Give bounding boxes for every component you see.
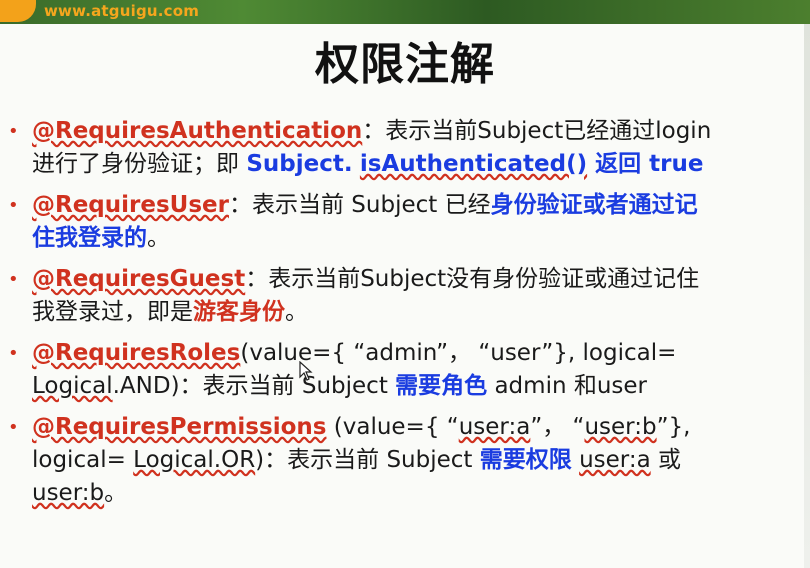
highlight: 需要角色 xyxy=(395,373,488,399)
highlight: 身份验证或者通过记 xyxy=(490,192,698,218)
annotation-name: @RequiresRoles xyxy=(32,340,241,366)
description: 。 xyxy=(285,299,308,325)
list-item: • @RequiresAuthentication：表示当前Subject已经通… xyxy=(0,115,804,181)
description xyxy=(572,447,579,473)
annotation-name: @RequiresPermissions xyxy=(32,414,327,440)
description: 我登录过，即是 xyxy=(32,299,193,325)
description: 。 xyxy=(147,225,170,251)
bullet-icon: • xyxy=(8,417,19,438)
list-item: • @RequiresPermissions (value={ “user:a”… xyxy=(0,411,804,510)
permission-value: user:b xyxy=(584,414,657,440)
description: ”}, xyxy=(656,414,691,440)
bullet-icon: • xyxy=(8,121,19,142)
bullet-list: • @RequiresAuthentication：表示当前Subject已经通… xyxy=(0,115,804,518)
permission-value: user:a xyxy=(458,414,531,440)
right-edge-bar xyxy=(804,24,810,568)
annotation-name: @RequiresAuthentication xyxy=(32,118,363,144)
description: logical= xyxy=(32,447,134,473)
bullet-icon: • xyxy=(8,269,19,290)
description: 。 xyxy=(104,480,128,506)
description: admin 和user xyxy=(487,373,648,399)
bullet-icon: • xyxy=(8,343,19,364)
mouse-pointer-icon xyxy=(299,361,313,381)
description: ：表示当前 Subject 已经 xyxy=(228,192,491,218)
highlight: isAuthenticated() xyxy=(359,151,588,177)
logo xyxy=(0,0,36,22)
description: )：表示当前 Subject xyxy=(255,447,480,473)
highlight: Subject. xyxy=(246,151,353,177)
highlight: 住我登录的 xyxy=(32,225,147,251)
list-item: • @RequiresGuest：表示当前Subject没有身份验证或通过记住 … xyxy=(0,263,804,329)
description: (value={ “ xyxy=(326,414,459,440)
description: 进行了身份验证；即 xyxy=(32,151,247,177)
bullet-icon: • xyxy=(8,195,19,216)
permission-value: user:a xyxy=(579,447,651,473)
description: .AND)：表示当前 Subject xyxy=(112,373,396,399)
logical-value: Logical.OR xyxy=(133,447,256,473)
permission-value: user:b xyxy=(32,480,105,506)
annotation-name: @RequiresGuest xyxy=(32,266,246,292)
list-item: • @RequiresRoles(value={ “admin”， “user”… xyxy=(0,337,804,403)
highlight: 返回 true xyxy=(587,151,704,177)
list-item: • @RequiresUser：表示当前 Subject 已经身份验证或者通过记… xyxy=(0,189,804,255)
highlight: 需要权限 xyxy=(479,447,572,473)
description: ”， “ xyxy=(530,414,585,440)
logical-value: Logical xyxy=(32,373,113,399)
header-bar: www.atguigu.com xyxy=(0,0,810,24)
description: ：表示当前Subject没有身份验证或通过记住 xyxy=(245,266,700,292)
description: ：表示当前Subject已经通过login xyxy=(362,118,712,144)
annotation-name: @RequiresUser xyxy=(32,192,229,218)
highlight: 游客身份 xyxy=(193,299,285,325)
slide-title: 权限注解 xyxy=(315,39,495,90)
site-url: www.atguigu.com xyxy=(44,2,200,20)
description: 或 xyxy=(650,447,681,473)
